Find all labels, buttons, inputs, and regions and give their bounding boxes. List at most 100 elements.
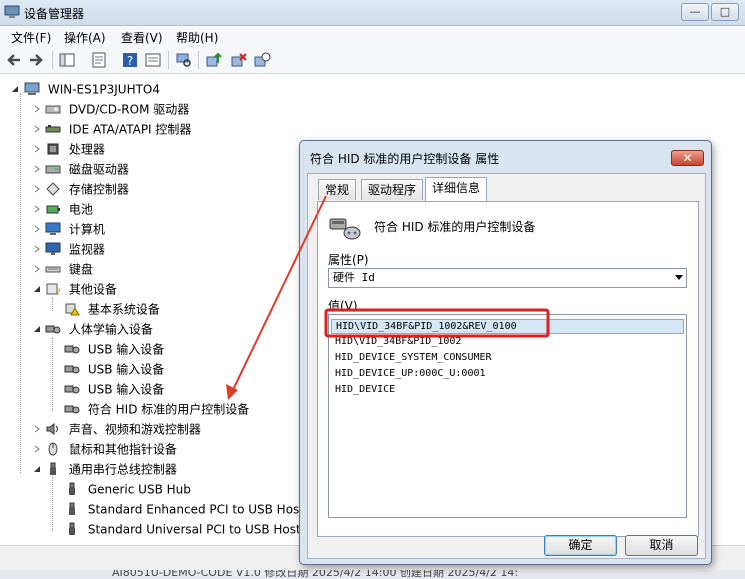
tree-category-sound[interactable]: 声音、视频和游戏控制器 (34, 419, 201, 439)
value-item[interactable]: HID_DEVICE (335, 384, 395, 395)
tree-device-item-hid-consumer[interactable]: 符合 HID 标准的用户控制设备 (64, 399, 249, 419)
expand-arrow-icon[interactable] (33, 265, 41, 273)
tab-driver[interactable]: 驱动程序 (361, 179, 424, 200)
expand-arrow-icon[interactable] (33, 125, 41, 133)
expand-arrow-icon[interactable] (33, 105, 41, 113)
dialog-title: 符合 HID 标准的用户控制设备 属性 (310, 152, 500, 166)
console-tree-icon[interactable] (58, 51, 76, 69)
warning-device-icon (65, 303, 80, 315)
menu-view[interactable]: 查看(V) (121, 29, 163, 46)
svg-text:?: ? (56, 288, 61, 296)
expand-arrow-icon[interactable] (33, 165, 41, 173)
sound-icon (46, 422, 58, 435)
tree-category-usb[interactable]: 通用串行总线控制器 (34, 459, 177, 479)
value-list[interactable]: HID\VID_34BF&PID_1002&REV_0100 HID\VID_3… (328, 314, 687, 518)
dialog-close-button[interactable]: ✕ (671, 150, 704, 166)
tree-device-item[interactable]: USB 输入设备 (64, 339, 164, 359)
expand-arrow-icon[interactable] (33, 145, 41, 153)
chevron-down-icon[interactable] (675, 275, 683, 280)
tree-connector (52, 337, 53, 411)
expand-arrow-icon[interactable] (33, 445, 41, 453)
collapse-arrow-icon[interactable] (33, 465, 41, 473)
usb-device-icon (69, 482, 75, 495)
svg-text:?: ? (127, 54, 133, 68)
maximize-button[interactable]: □ (711, 3, 739, 21)
menu-file[interactable]: 文件(F) (11, 29, 51, 46)
tree-category-battery[interactable]: 电池 (34, 199, 93, 219)
value-item[interactable]: HID_DEVICE_UP:000C_U:0001 (335, 368, 486, 379)
help-icon[interactable]: ? (121, 51, 139, 69)
disable-icon[interactable] (253, 51, 271, 69)
tab-general[interactable]: 常规 (318, 179, 357, 200)
details-tab-page: 符合 HID 标准的用户控制设备 属性(P) 硬件 Id 值(V) HID\VI… (317, 201, 699, 537)
view-icon[interactable] (144, 51, 162, 69)
expand-arrow-icon[interactable] (33, 225, 41, 233)
tree-device-item[interactable]: 基本系统设备 (64, 299, 160, 319)
expand-arrow-icon[interactable] (33, 425, 41, 433)
tree-device-item[interactable]: Generic USB Hub (64, 479, 191, 499)
expand-arrow-icon[interactable] (33, 185, 41, 193)
tree-category-mouse[interactable]: 鼠标和其他指针设备 (34, 439, 177, 459)
tree-device-label: 基本系统设备 (87, 302, 160, 317)
value-item[interactable]: HID_DEVICE_SYSTEM_CONSUMER (335, 352, 492, 363)
tree-category-monitor[interactable]: 监视器 (34, 239, 105, 259)
tree-device-item[interactable]: USB 输入设备 (64, 359, 164, 379)
tree-connector (20, 93, 21, 473)
tree-category-label: 磁盘驱动器 (68, 162, 129, 177)
processor-icon (47, 143, 59, 154)
tree-category-hid[interactable]: 人体学输入设备 (34, 319, 153, 339)
background-file-row: AI8051U-DEMO-CODE V1.0 修改日期 2025/4/2 14:… (112, 570, 519, 579)
expand-arrow-icon[interactable] (33, 245, 41, 253)
tree-device-item[interactable]: USB 输入设备 (64, 379, 164, 399)
minimize-button[interactable]: — (681, 3, 709, 21)
uninstall-icon[interactable] (230, 51, 248, 69)
collapse-arrow-icon[interactable] (33, 285, 41, 293)
property-dropdown[interactable]: 硬件 Id (328, 268, 687, 288)
tree-category-keyboard[interactable]: 键盘 (34, 259, 93, 279)
expand-arrow-icon[interactable] (33, 205, 41, 213)
toolbar-separator (198, 51, 199, 69)
tree-category-other-devices[interactable]: ? 其他设备 (34, 279, 117, 299)
tree-connector (52, 297, 53, 311)
value-item[interactable]: HID\VID_34BF&PID_1002 (335, 336, 461, 347)
hid-device-icon (64, 365, 80, 373)
dialog-body: 常规 驱动程序 详细信息 符合 HID 标准的用户控制设备 属性(P) 硬件 I… (307, 173, 706, 559)
tab-details[interactable]: 详细信息 (425, 177, 488, 201)
usb-controller-icon (50, 462, 56, 475)
ok-button[interactable]: 确定 (544, 535, 617, 556)
tree-device-label: USB 输入设备 (87, 362, 165, 377)
hid-icon (45, 325, 61, 333)
toolbar-separator (52, 51, 53, 69)
update-driver-icon[interactable] (205, 51, 223, 69)
scan-hardware-icon[interactable] (175, 51, 193, 69)
value-item-selected[interactable]: HID\VID_34BF&PID_1002&REV_0100 (331, 319, 684, 334)
tree-root[interactable]: WIN-ES1P3JUHTO4 (12, 79, 160, 99)
tree-device-label: 符合 HID 标准的用户控制设备 (87, 402, 250, 417)
tree-category-label: 监视器 (68, 242, 105, 257)
collapse-arrow-icon[interactable] (11, 85, 19, 93)
menu-help[interactable]: 帮助(H) (176, 29, 218, 46)
tree-category-processor[interactable]: 处理器 (34, 139, 105, 159)
computer-root-icon (24, 82, 40, 95)
properties-dialog: 符合 HID 标准的用户控制设备 属性 ✕ 常规 驱动程序 详细信息 符合 HI… (299, 140, 712, 565)
mouse-icon (48, 442, 58, 455)
back-icon[interactable] (5, 51, 23, 69)
tree-category-disk[interactable]: 磁盘驱动器 (34, 159, 129, 179)
forward-icon[interactable] (27, 51, 45, 69)
tree-root-label: WIN-ES1P3JUHTO4 (47, 82, 160, 97)
properties-icon[interactable] (90, 51, 108, 69)
tree-category-label: 声音、视频和游戏控制器 (68, 422, 201, 437)
hid-device-icon (64, 345, 80, 353)
cancel-button[interactable]: 取消 (625, 535, 698, 556)
tree-category-storage[interactable]: 存储控制器 (34, 179, 129, 199)
property-dropdown-value: 硬件 Id (333, 271, 375, 284)
tree-category-ide[interactable]: IDE ATA/ATAPI 控制器 (34, 119, 191, 139)
tree-category-computer[interactable]: 计算机 (34, 219, 105, 239)
menu-bar: 文件(F) 操作(A) 查看(V) 帮助(H) (0, 26, 745, 47)
collapse-arrow-icon[interactable] (33, 325, 41, 333)
menu-action[interactable]: 操作(A) (64, 29, 106, 46)
tree-category-dvd[interactable]: DVD/CD-ROM 驱动器 (34, 99, 189, 119)
tree-device-item[interactable]: Standard Enhanced PCI to USB Host (64, 499, 304, 519)
tree-device-item[interactable]: Standard Universal PCI to USB Host (64, 519, 301, 539)
other-devices-icon: ? (46, 283, 61, 296)
